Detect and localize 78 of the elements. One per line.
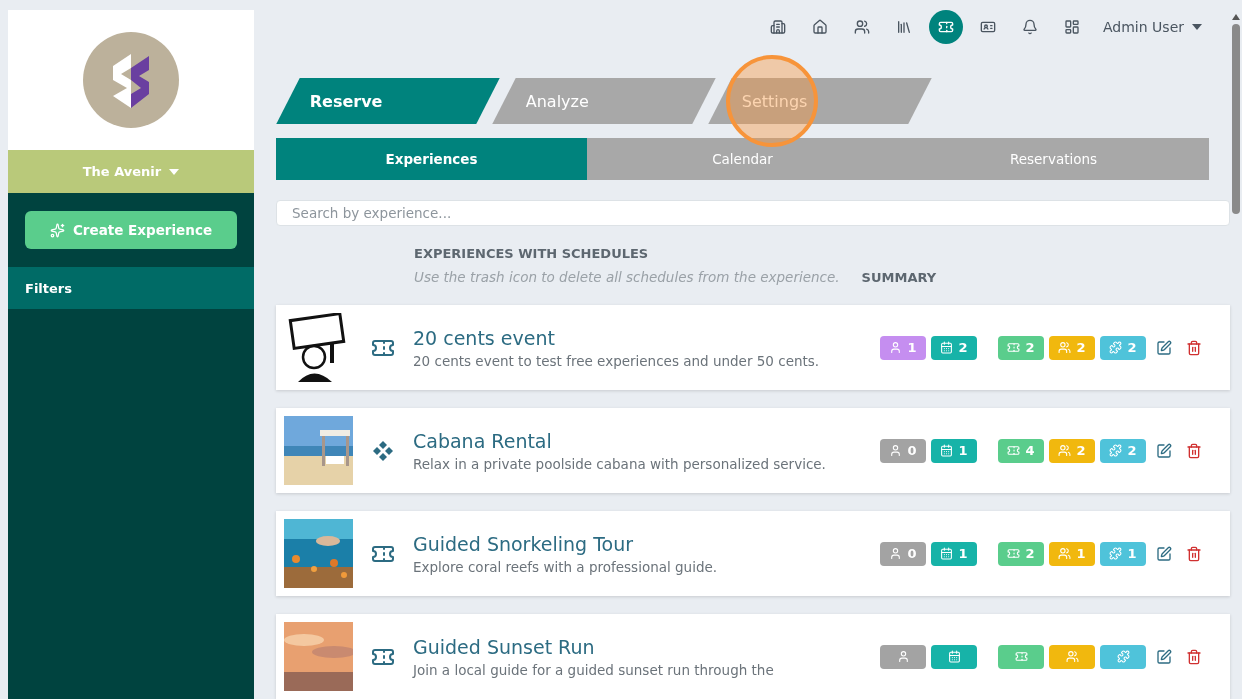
puzzle-icon [1109,444,1123,457]
group-icon [1065,650,1079,663]
ticket-icon [1007,341,1021,354]
trash-icon[interactable] [1186,442,1202,459]
users-icon [854,19,870,35]
calendar-icon [940,444,954,457]
sparkle-icon [49,222,65,238]
hint-text: Use the trash icon to delete all schedules from the experience. [414,269,840,285]
diamonds-icon [372,439,394,462]
puzzle-icon [1116,650,1130,663]
home-icon [812,19,828,35]
filters-label[interactable]: Filters [25,280,72,296]
count-badge: 1 [1100,541,1146,566]
caret-icon [1192,24,1202,30]
user-menu[interactable]: Admin User [1103,19,1184,35]
dashboard-icon [1064,19,1080,35]
logo-icon [83,32,179,128]
experience-title[interactable]: 20 cents event [413,326,880,349]
group-icon [1058,444,1072,457]
edit-icon[interactable] [1156,648,1172,665]
person-icon [889,341,903,354]
group-icon [1058,547,1072,560]
count-badge: 2 [931,335,977,360]
experience-description: 20 cents event to test free experiences and under 50 cents. [413,352,821,369]
person-icon [896,650,910,663]
count-badge: 2 [998,335,1044,360]
bell-icon [1022,19,1038,35]
count-badge: 1 [880,335,926,360]
calendar-icon [940,341,954,354]
experience-title[interactable]: Cabana Rental [413,429,880,452]
count-badge: 1 [931,541,977,566]
count-badge: 4 [998,438,1044,463]
count-badge: 1 [931,438,977,463]
search-field[interactable]: Search by experience... [276,200,1230,226]
sub-tab[interactable]: Calendar [587,138,898,180]
sub-tab[interactable]: Reservations [898,138,1209,180]
ticket-icon [1007,547,1021,560]
count-badge: 2 [1049,438,1095,463]
count-badge: 2 [1049,335,1095,360]
ticket-icon [1014,650,1028,663]
ticket-icon [1007,444,1021,457]
count-badge: 0 [880,541,926,566]
experience-title[interactable]: Guided Snorkeling Tour [413,532,880,555]
calendar-icon [940,547,954,560]
experience-description: Relax in a private poolside cabana with personalized service. [413,455,827,472]
count-badge: 2 [1100,438,1146,463]
puzzle-icon [1109,547,1123,560]
books-icon [896,19,912,35]
trash-icon[interactable] [1186,648,1202,665]
count-badge: 2 [998,541,1044,566]
column-heading: SUMMARY [861,270,937,285]
ticket-icon [938,19,954,35]
id-card-icon [980,19,996,35]
count-badge: 2 [1100,335,1146,360]
experience-description: Join a local guide for a guided sunset run through the [413,661,775,678]
count-badge: 0 [880,438,926,463]
trash-icon[interactable] [1186,545,1202,562]
group-icon [1058,341,1072,354]
calendar-icon [947,650,961,663]
experience-title[interactable]: Guided Sunset Run [413,635,880,658]
count-badge: 1 [1049,541,1095,566]
edit-icon[interactable] [1156,339,1172,356]
main-tab[interactable]: Analyze [492,78,716,124]
scrollbar-thumb[interactable] [1232,24,1240,214]
edit-icon[interactable] [1156,442,1172,459]
edit-icon[interactable] [1156,545,1172,562]
trash-icon[interactable] [1186,339,1202,356]
person-icon [889,444,903,457]
caret-icon [169,168,180,175]
active-nav-button[interactable] [929,10,963,44]
scroll-up-icon[interactable] [1232,14,1240,20]
main-tab[interactable]: Reserve [276,78,500,124]
experience-description: Explore coral reefs with a professional guide. [413,558,719,575]
section-title: EXPERIENCES WITH SCHEDULES [414,246,650,261]
building-icon [770,19,786,35]
puzzle-icon [1109,341,1123,354]
sub-tab[interactable]: Experiences [276,138,587,180]
person-icon [889,547,903,560]
